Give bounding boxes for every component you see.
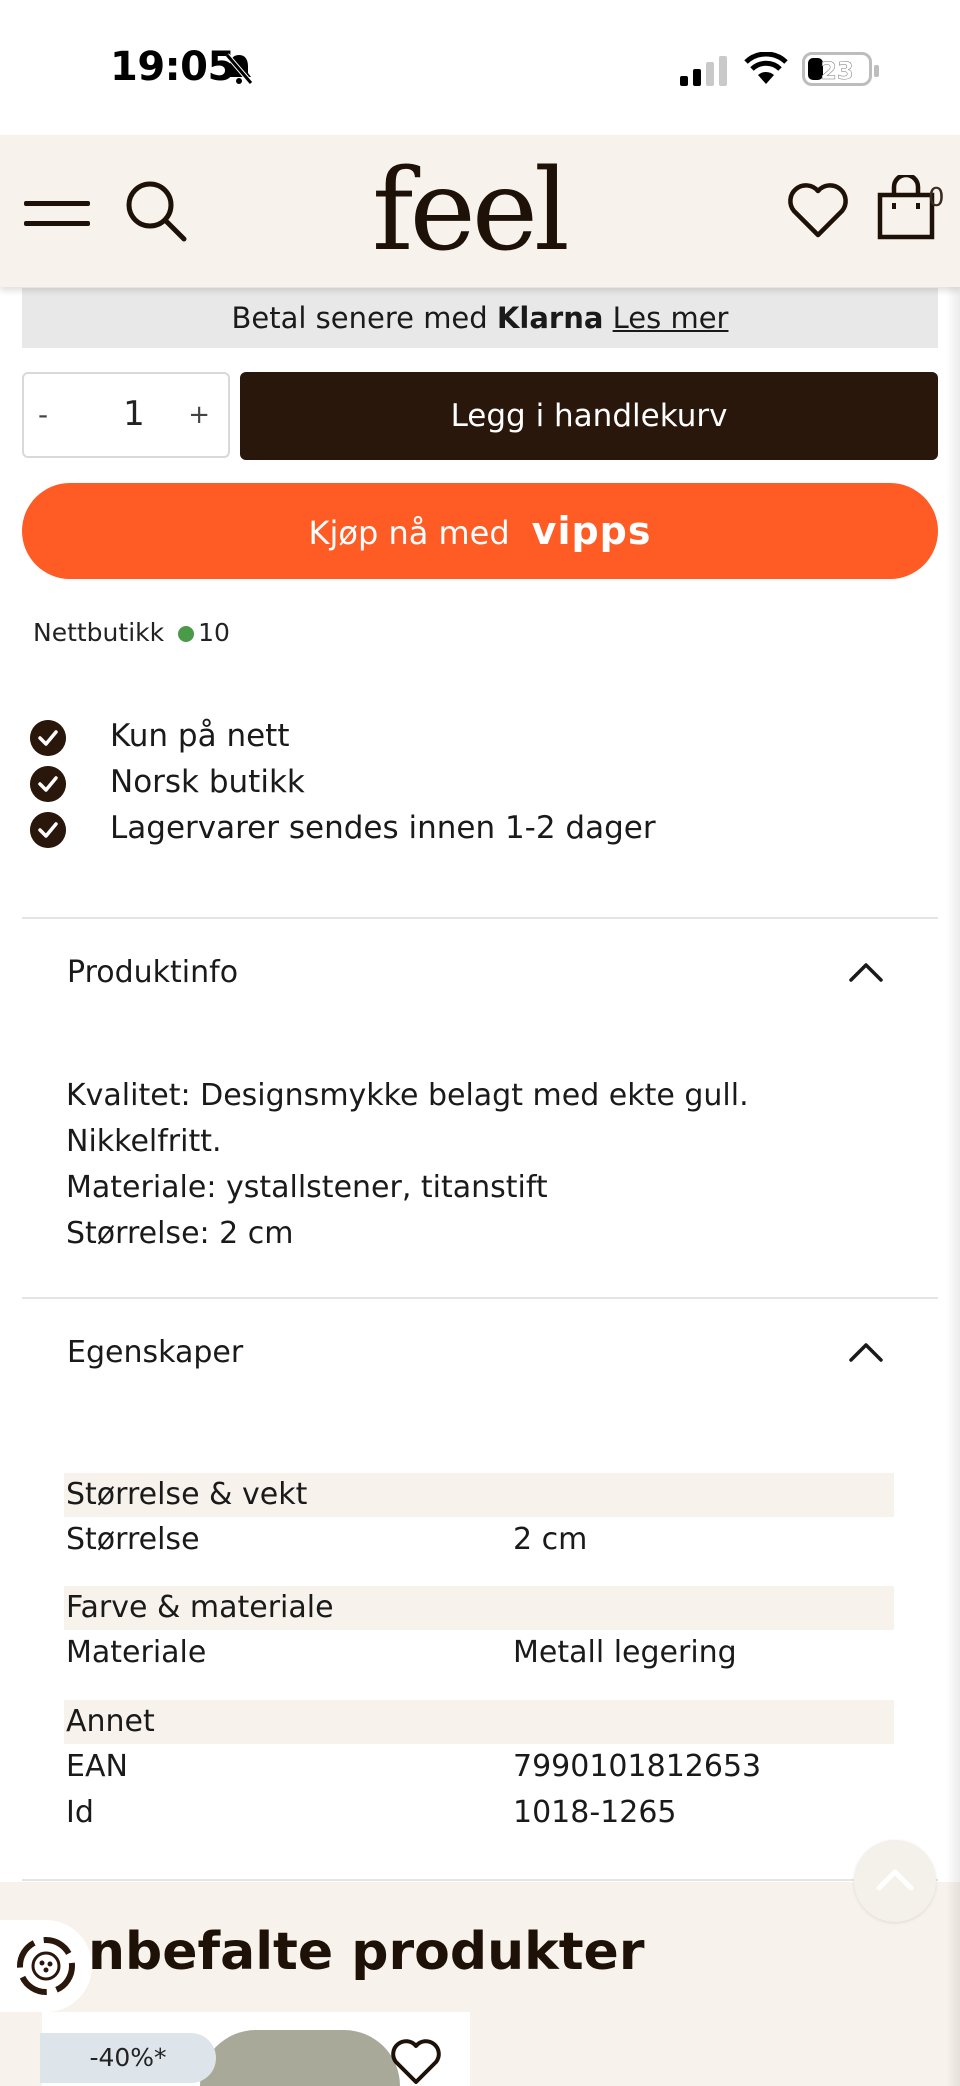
property-label: EAN [66, 1749, 128, 1784]
chevron-up-icon[interactable] [848, 1340, 884, 1364]
klarna-text: Betal senere med [231, 301, 488, 335]
chat-widget-button[interactable] [0, 1920, 92, 2012]
property-label: Id [66, 1795, 94, 1830]
chevron-up-icon[interactable] [848, 960, 884, 984]
vipps-logo: vipps [531, 509, 652, 553]
check-icon [30, 720, 66, 756]
add-to-cart-button[interactable]: Legg i handlekurv [240, 372, 938, 460]
accordion-egenskaper-title[interactable]: Egenskaper [67, 1335, 243, 1370]
product-image[interactable] [200, 2030, 400, 2086]
accordion-produktinfo-title[interactable]: Produktinfo [67, 955, 238, 990]
property-label: Materiale [66, 1635, 207, 1670]
cart-count: 0 [928, 183, 945, 213]
usp-text: Lagervarer sendes innen 1-2 dager [110, 810, 656, 846]
stock-label: Nettbutikk [33, 618, 165, 647]
stock-status: Nettbutikk 10 [33, 618, 230, 647]
vipps-button-label: Kjøp nå med [308, 514, 510, 552]
divider [22, 1879, 938, 1881]
divider [22, 917, 938, 919]
cart-bag-icon[interactable] [876, 175, 936, 241]
product-info-line: Størrelse: 2 cm [66, 1216, 294, 1251]
qty-input[interactable]: 1 [114, 394, 154, 434]
property-value: 7990101812653 [513, 1749, 762, 1784]
battery-level: 23 [820, 57, 854, 86]
divider [22, 1297, 938, 1299]
recommended-title: nbefalte produkter [88, 1922, 645, 1982]
qty-increase-button[interactable]: + [188, 400, 210, 430]
property-value: 2 cm [513, 1522, 588, 1557]
discount-badge: -40%* [40, 2033, 216, 2083]
vipps-buy-button[interactable]: Kjøp nå med vipps [22, 483, 938, 579]
usp-text: Kun på nett [110, 718, 290, 754]
battery-icon: 23 [802, 52, 879, 86]
status-bar: 19:05 23 [0, 0, 960, 135]
chat-widget-icon [17, 1937, 75, 1995]
wishlist-heart-icon[interactable] [390, 2038, 442, 2086]
property-label: Størrelse [66, 1522, 200, 1557]
stock-count: 10 [198, 618, 230, 647]
in-stock-dot-icon [178, 626, 195, 642]
status-time: 19:05 [110, 44, 235, 90]
product-info-line: Materiale: ystallstener, titanstift [66, 1170, 548, 1205]
property-group-header: Størrelse & vekt [64, 1473, 894, 1517]
bell-muted-icon [225, 53, 253, 85]
qty-decrease-button[interactable]: - [38, 398, 48, 431]
check-icon [30, 812, 66, 848]
property-value: Metall legering [513, 1635, 737, 1670]
product-info-line: Kvalitet: Designsmykke belagt med ekte g… [66, 1078, 749, 1113]
product-info-line: Nikkelfritt. [66, 1124, 222, 1159]
search-icon[interactable] [124, 179, 188, 243]
klarna-read-more-link[interactable]: Les mer [613, 301, 729, 335]
site-logo[interactable]: feel [372, 155, 570, 267]
menu-icon[interactable] [24, 195, 90, 231]
scroll-to-top-button[interactable] [854, 1840, 936, 1922]
klarna-banner: Betal senere med Klarna Les mer [22, 288, 938, 348]
check-icon [30, 766, 66, 802]
site-header: feel 0 [0, 135, 960, 287]
property-group-header: Farve & materiale [64, 1586, 894, 1630]
property-value: 1018-1265 [513, 1795, 677, 1830]
klarna-brand: Klarna [496, 301, 604, 335]
usp-text: Norsk butikk [110, 764, 305, 800]
wishlist-heart-icon[interactable] [786, 181, 850, 239]
scroll-edge-shadow [946, 135, 960, 2086]
wifi-icon [744, 52, 788, 84]
property-group-header: Annet [64, 1700, 894, 1744]
chevron-up-icon [876, 1869, 914, 1891]
signal-icon [680, 56, 727, 86]
quantity-stepper: - 1 + [22, 372, 230, 458]
